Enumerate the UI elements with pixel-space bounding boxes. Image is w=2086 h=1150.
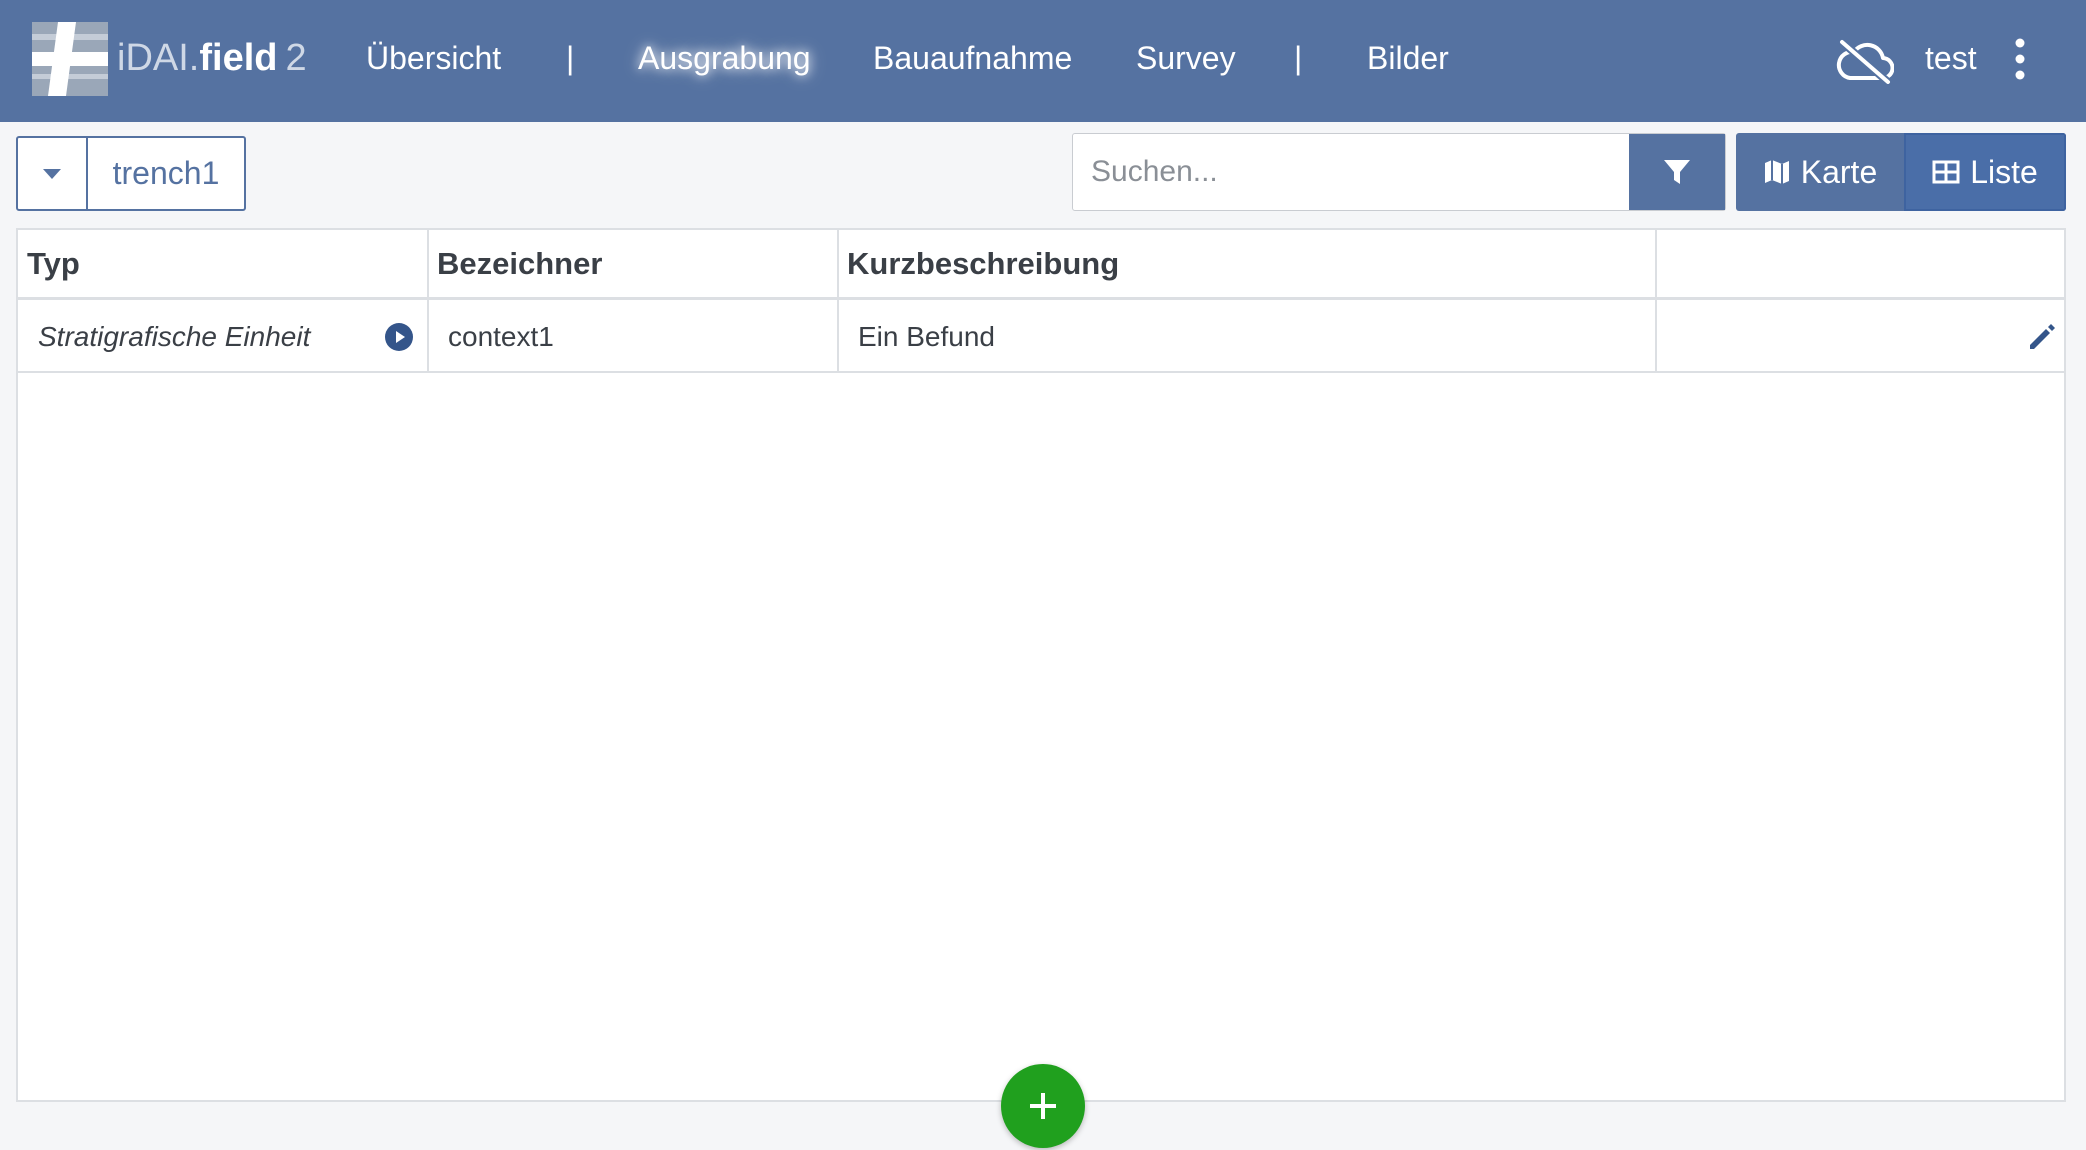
user-name[interactable]: test xyxy=(1925,36,1977,80)
map-view-button[interactable]: Karte xyxy=(1736,133,1904,211)
column-header-bezeichner[interactable]: Bezeichner xyxy=(428,230,838,297)
resource-table: Typ Bezeichner Kurzbeschreibung Stratigr… xyxy=(16,228,2066,1102)
app-brand: iDAI.field 2 xyxy=(117,32,307,84)
search-bar xyxy=(1072,133,1726,211)
table-icon xyxy=(1932,160,1960,184)
list-view-label: Liste xyxy=(1970,153,2038,190)
column-header-kurzbeschreibung[interactable]: Kurzbeschreibung xyxy=(838,230,1656,297)
operation-selector[interactable]: trench1 xyxy=(16,136,246,211)
play-circle-icon[interactable] xyxy=(384,322,414,352)
cell-type: Stratigrafische Einheit xyxy=(38,321,311,352)
nav-separator: | xyxy=(566,40,575,76)
operation-dropdown-toggle[interactable] xyxy=(18,138,88,209)
column-header-actions xyxy=(1656,230,2066,297)
plus-icon xyxy=(1030,1093,1056,1119)
filter-button[interactable] xyxy=(1629,134,1725,210)
map-view-label: Karte xyxy=(1800,153,1878,190)
logo-icon xyxy=(32,22,108,96)
nav-separator: | xyxy=(1294,40,1303,76)
cell-identifier[interactable]: context1 xyxy=(428,303,838,371)
nav-ausgrabung[interactable]: Ausgrabung xyxy=(638,36,811,80)
filter-icon xyxy=(1664,160,1690,184)
more-vertical-icon[interactable] xyxy=(2008,36,2032,82)
column-header-typ[interactable]: Typ xyxy=(18,230,428,297)
brand-prefix: iDAI. xyxy=(117,37,200,79)
map-icon xyxy=(1764,160,1789,184)
brand-version: 2 xyxy=(285,37,307,79)
nav-survey[interactable]: Survey xyxy=(1136,36,1236,80)
list-view-button[interactable]: Liste xyxy=(1904,133,2066,211)
view-switch: Karte Liste xyxy=(1736,133,2066,211)
table-header: Typ Bezeichner Kurzbeschreibung xyxy=(18,230,2064,300)
search-input[interactable] xyxy=(1073,134,1629,210)
nav-bauaufnahme[interactable]: Bauaufnahme xyxy=(873,36,1072,80)
operation-label[interactable]: trench1 xyxy=(88,138,244,209)
add-resource-button[interactable] xyxy=(1001,1064,1085,1148)
navbar: iDAI.field 2 Übersicht | Ausgrabung Bauau… xyxy=(0,0,2086,122)
brand-name: field xyxy=(199,37,278,79)
nav-bilder[interactable]: Bilder xyxy=(1367,36,1449,80)
table-row[interactable]: Stratigrafische Einheit context1 Ein Bef… xyxy=(18,303,2064,373)
nav-uebersicht[interactable]: Übersicht xyxy=(366,36,501,80)
cloud-off-icon[interactable] xyxy=(1836,38,1894,84)
chevron-down-icon xyxy=(43,168,61,179)
pencil-icon[interactable] xyxy=(2026,321,2058,353)
cell-short-description[interactable]: Ein Befund xyxy=(838,303,1656,371)
